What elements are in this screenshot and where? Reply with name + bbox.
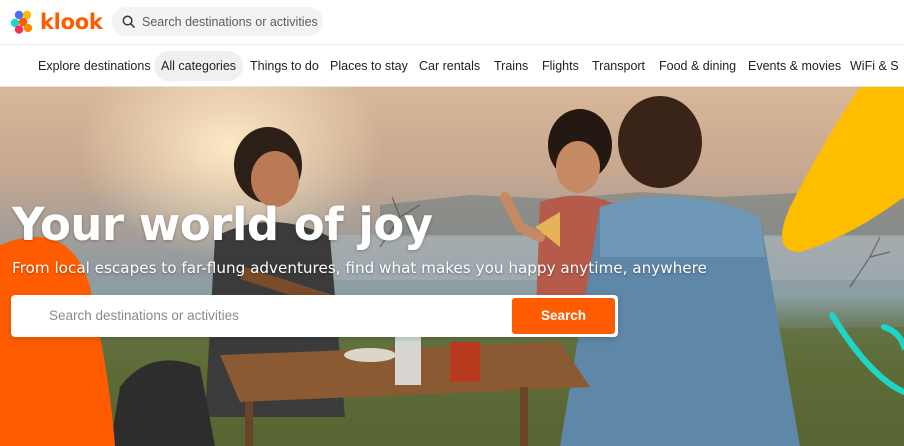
category-nav: Explore destinations All categories Thin… [0, 44, 904, 87]
category-trains[interactable]: Trains [487, 51, 535, 81]
hero-title: Your world of joy [12, 198, 433, 251]
category-all-categories[interactable]: All categories [154, 51, 244, 81]
category-transport[interactable]: Transport [585, 51, 652, 81]
klook-logo-icon [10, 10, 33, 34]
category-places-to-stay[interactable]: Places to stay [323, 51, 415, 81]
category-flights[interactable]: Flights [535, 51, 586, 81]
hero-search-bar: Search destinations or activities Search [11, 295, 618, 337]
hero-subtitle: From local escapes to far-flung adventur… [12, 259, 707, 277]
category-car-rentals[interactable]: Car rentals [412, 51, 487, 81]
hero-banner: Your world of joy From local escapes to … [0, 87, 904, 446]
klook-logo[interactable]: klook [10, 8, 103, 36]
category-food-dining[interactable]: Food & dining [652, 51, 743, 81]
search-icon [122, 15, 135, 28]
hero-search-input[interactable]: Search destinations or activities [49, 295, 239, 337]
category-explore-destinations[interactable]: Explore destinations [31, 51, 158, 81]
category-wifi-sim[interactable]: WiFi & S [843, 51, 904, 81]
header-search-input[interactable]: Search destinations or activities [112, 7, 323, 36]
top-header: klook Search destinations or activities [0, 0, 904, 44]
brand-name: klook [40, 10, 103, 34]
category-events-movies[interactable]: Events & movies [741, 51, 848, 81]
category-things-to-do[interactable]: Things to do [243, 51, 326, 81]
hero-search-button[interactable]: Search [512, 298, 615, 334]
header-search-placeholder: Search destinations or activities [142, 14, 318, 29]
